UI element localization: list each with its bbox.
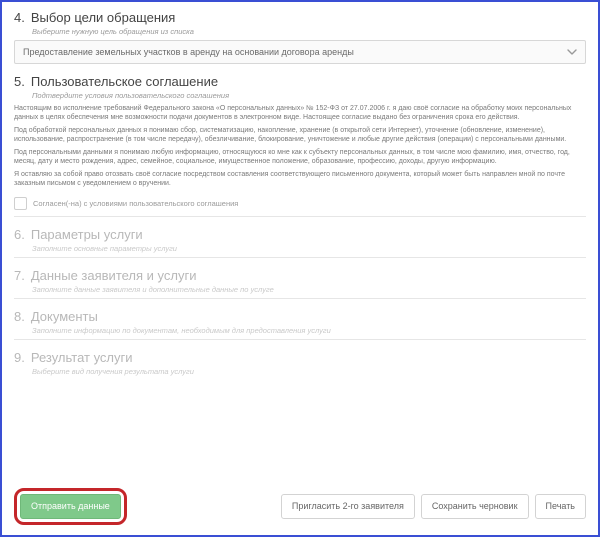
section-4-number: 4. [14,10,25,25]
section-4: 4. Выбор цели обращения Выберите нужную … [14,10,586,64]
divider [14,339,586,340]
section-5-subtitle: Подтвердите условия пользовательского со… [32,91,586,100]
invite-button[interactable]: Пригласить 2-го заявителя [281,494,415,519]
section-4-header: 4. Выбор цели обращения [14,10,586,25]
section-8-header: 8. Документы [14,309,586,324]
section-9-subtitle: Выберите вид получения результата услуги [32,367,586,376]
section-8-title: Документы [31,309,98,324]
section-4-title: Выбор цели обращения [31,10,176,25]
section-7-number: 7. [14,268,25,283]
divider [14,216,586,217]
purpose-select[interactable]: Предоставление земельных участков в арен… [14,40,586,64]
purpose-select-value: Предоставление земельных участков в арен… [23,47,354,57]
section-7-subtitle: Заполните данные заявителя и дополнитель… [32,285,586,294]
consent-label: Согласен(-на) с условиями пользовательск… [33,199,238,208]
print-button[interactable]: Печать [535,494,586,519]
section-8-number: 8. [14,309,25,324]
consent-checkbox[interactable] [14,197,27,210]
section-6-header: 6. Параметры услуги [14,227,586,242]
section-5-header: 5. Пользовательское соглашение [14,74,586,89]
section-6-title: Параметры услуги [31,227,143,242]
form-frame: 4. Выбор цели обращения Выберите нужную … [0,0,600,537]
section-5: 5. Пользовательское соглашение Подтверди… [14,74,586,217]
section-9-header: 9. Результат услуги [14,350,586,365]
agreement-p4: Я оставляю за собой право отозвать своё … [14,170,586,189]
agreement-p1: Настоящим во исполнение требований Федер… [14,104,586,123]
consent-row: Согласен(-на) с условиями пользовательск… [14,197,586,210]
section-6-number: 6. [14,227,25,242]
section-9-number: 9. [14,350,25,365]
section-7-header: 7. Данные заявителя и услуги [14,268,586,283]
submit-highlight: Отправить данные [14,488,127,525]
section-9: 9. Результат услуги Выберите вид получен… [14,350,586,376]
agreement-p3: Под персональными данными я понимаю любу… [14,148,586,167]
section-4-subtitle: Выберите нужную цель обращения из списка [32,27,586,36]
section-8-subtitle: Заполните информацию по документам, необ… [32,326,586,335]
section-9-title: Результат услуги [31,350,133,365]
section-7: 7. Данные заявителя и услуги Заполните д… [14,268,586,299]
agreement-p2: Под обработкой персональных данных я пон… [14,126,586,145]
footer-left: Отправить данные [14,488,127,525]
footer-right: Пригласить 2-го заявителя Сохранить черн… [281,494,586,519]
section-5-title: Пользовательское соглашение [31,74,218,89]
section-6-subtitle: Заполните основные параметры услуги [32,244,586,253]
divider [14,298,586,299]
footer-actions: Отправить данные Пригласить 2-го заявите… [14,488,586,525]
chevron-down-icon [567,47,577,57]
section-5-number: 5. [14,74,25,89]
save-draft-button[interactable]: Сохранить черновик [421,494,529,519]
section-6: 6. Параметры услуги Заполните основные п… [14,227,586,258]
submit-button[interactable]: Отправить данные [20,494,121,519]
agreement-text: Настоящим во исполнение требований Федер… [14,104,586,189]
section-7-title: Данные заявителя и услуги [31,268,197,283]
section-8: 8. Документы Заполните информацию по док… [14,309,586,340]
divider [14,257,586,258]
